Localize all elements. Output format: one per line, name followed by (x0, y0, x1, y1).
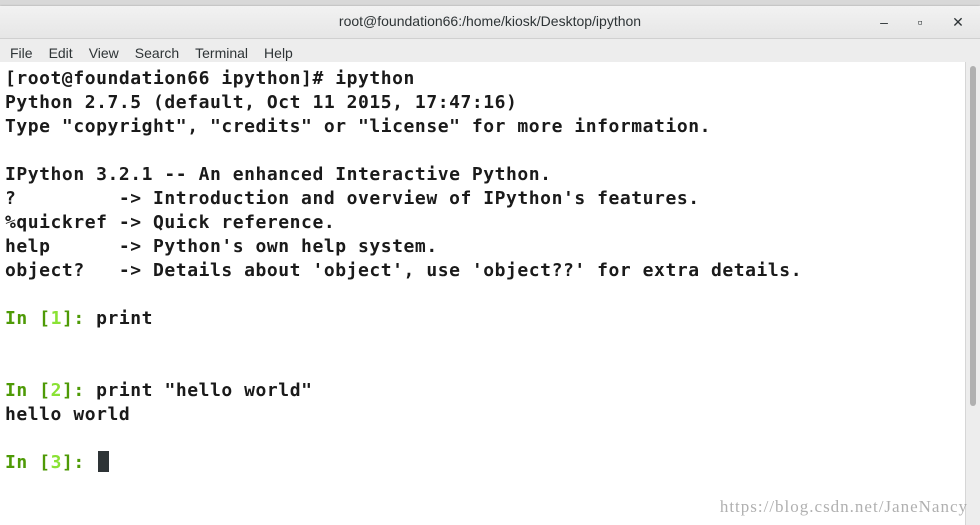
window-title: root@foundation66:/home/kiosk/Desktop/ip… (338, 13, 642, 29)
input-prompt-1: In [1]: (5, 308, 85, 329)
terminal-line: %quickref -> Quick reference. (5, 212, 336, 233)
watermark: https://blog.csdn.net/JaneNancy (719, 497, 968, 516)
terminal-line: object? -> Details about 'object', use '… (5, 260, 803, 281)
input-text: print (84, 308, 154, 329)
input-text: print "hello world" (84, 380, 313, 401)
maximize-icon[interactable]: ▫ (910, 13, 930, 31)
scrollbar[interactable] (965, 62, 980, 525)
command-input[interactable] (85, 452, 96, 473)
input-prompt-3: In [3]: (5, 452, 85, 473)
close-icon[interactable]: ✕ (948, 13, 968, 31)
terminal-line: IPython 3.2.1 -- An enhanced Interactive… (5, 164, 552, 185)
minimize-icon[interactable]: ‒ (874, 13, 894, 31)
terminal-line: Type "copyright", "credits" or "license"… (5, 116, 711, 137)
prompt-number: 1 (50, 308, 62, 329)
output-text: hello world (5, 404, 131, 425)
prompt-number: 2 (50, 380, 62, 401)
prompt-number: 3 (50, 452, 62, 473)
terminal-line: Python 2.7.5 (default, Oct 11 2015, 17:4… (5, 92, 518, 113)
scrollbar-thumb[interactable] (970, 66, 976, 406)
title-bar[interactable]: root@foundation66:/home/kiosk/Desktop/ip… (0, 6, 980, 39)
terminal-line: [root@foundation66 ipython]# ipython (5, 68, 415, 89)
input-prompt-2: In [2]: (5, 380, 85, 401)
terminal-line: help -> Python's own help system. (5, 236, 438, 257)
text-cursor (98, 451, 110, 472)
terminal-line: ? -> Introduction and overview of IPytho… (5, 188, 700, 209)
terminal-output[interactable]: [root@foundation66 ipython]# ipython Pyt… (0, 62, 966, 525)
